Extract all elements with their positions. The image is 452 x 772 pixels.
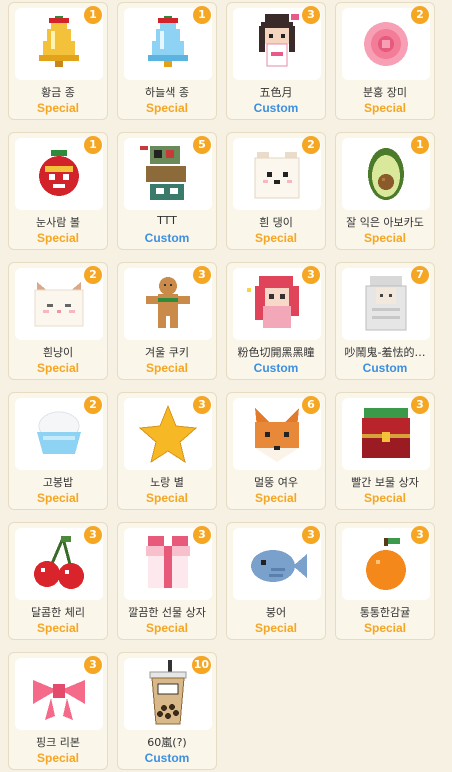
item-card[interactable]: 2 분홍 장미 Special xyxy=(335,2,435,120)
item-name: 달콤한 체리 xyxy=(30,606,86,619)
item-type-label: Custom xyxy=(253,101,299,115)
count-badge: 1 xyxy=(411,136,429,154)
item-type-label: Special xyxy=(145,621,189,635)
item-name: 하늘색 종 xyxy=(145,86,189,99)
item-name: 통통한감귤 xyxy=(359,606,411,619)
item-name: 붕어 xyxy=(265,606,287,619)
item-card[interactable]: 5 TTT Custom xyxy=(117,132,217,250)
item-name: 멀뚱 여우 xyxy=(254,476,298,489)
item-name: 粉色切開黑黑瞳 xyxy=(237,346,315,359)
item-type-label: Special xyxy=(36,491,80,505)
item-card[interactable]: 1 황금 종 Special xyxy=(8,2,108,120)
count-badge: 3 xyxy=(84,526,102,544)
item-card[interactable]: 2 흰냥이 Special xyxy=(8,262,108,380)
count-badge: 3 xyxy=(193,526,211,544)
count-badge: 10 xyxy=(191,656,211,674)
item-type-label: Custom xyxy=(144,751,190,765)
count-badge: 1 xyxy=(84,6,102,24)
count-badge: 7 xyxy=(411,266,429,284)
item-name: 吵鬧鬼-羞怯的… xyxy=(344,346,426,359)
item-name: 깔끔한 선물 상자 xyxy=(128,606,206,619)
item-card[interactable]: 3 달콤한 체리 Special xyxy=(8,522,108,640)
count-badge: 3 xyxy=(411,396,429,414)
item-type-label: Special xyxy=(363,101,407,115)
item-name: 분홍 장미 xyxy=(363,86,407,99)
count-badge: 6 xyxy=(302,396,320,414)
item-card[interactable]: 1 눈사람 볼 Special xyxy=(8,132,108,250)
item-card[interactable]: 3 붕어 Special xyxy=(226,522,326,640)
item-type-label: Special xyxy=(363,491,407,505)
item-type-label: Special xyxy=(36,231,80,245)
item-card[interactable]: 3 핑크 리본 Special xyxy=(8,652,108,770)
item-type-label: Special xyxy=(363,621,407,635)
item-card[interactable]: 1 하늘색 종 Special xyxy=(117,2,217,120)
count-badge: 1 xyxy=(84,136,102,154)
count-badge: 2 xyxy=(84,396,102,414)
item-type-label: Special xyxy=(363,231,407,245)
item-type-label: Special xyxy=(145,101,189,115)
item-card[interactable]: 3 粉色切開黑黑瞳 Custom xyxy=(226,262,326,380)
item-name: 눈사람 볼 xyxy=(36,216,80,229)
item-name: 황금 종 xyxy=(41,86,75,99)
item-card[interactable]: 3 통통한감귤 Special xyxy=(335,522,435,640)
item-type-label: Special xyxy=(145,491,189,505)
item-type-label: Custom xyxy=(144,231,190,245)
item-type-label: Special xyxy=(36,751,80,765)
item-type-label: Custom xyxy=(362,361,408,375)
count-badge: 3 xyxy=(302,266,320,284)
item-name: 노랑 별 xyxy=(150,476,184,489)
item-name: 잘 익은 아보카도 xyxy=(346,216,424,229)
count-badge: 2 xyxy=(302,136,320,154)
item-type-label: Special xyxy=(145,361,189,375)
item-card[interactable]: 3 노랑 별 Special xyxy=(117,392,217,510)
item-name: 핑크 리본 xyxy=(36,736,80,749)
item-type-label: Custom xyxy=(253,361,299,375)
item-grid: 1 황금 종 Special 1 하늘색 종 Special 3 五色月 Custom 2 분홍 장… xyxy=(0,0,452,772)
count-badge: 3 xyxy=(302,526,320,544)
item-card[interactable]: 7 吵鬧鬼-羞怯的… Custom xyxy=(335,262,435,380)
item-type-label: Special xyxy=(254,231,298,245)
count-badge: 3 xyxy=(302,6,320,24)
item-card[interactable]: 1 잘 익은 아보카도 Special xyxy=(335,132,435,250)
count-badge: 1 xyxy=(193,6,211,24)
count-badge: 2 xyxy=(84,266,102,284)
item-name: 흰냥이 xyxy=(42,346,74,359)
count-badge: 2 xyxy=(411,6,429,24)
count-badge: 3 xyxy=(84,656,102,674)
count-badge: 5 xyxy=(193,136,211,154)
item-name: 고봉밥 xyxy=(42,476,74,489)
item-type-label: Special xyxy=(36,621,80,635)
item-card[interactable]: 10 60嵐(?) Custom xyxy=(117,652,217,770)
item-card[interactable]: 3 五色月 Custom xyxy=(226,2,326,120)
item-type-label: Special xyxy=(254,491,298,505)
item-card[interactable]: 2 고봉밥 Special xyxy=(8,392,108,510)
item-card[interactable]: 2 흰 댕이 Special xyxy=(226,132,326,250)
count-badge: 3 xyxy=(411,526,429,544)
count-badge: 3 xyxy=(193,266,211,284)
item-card[interactable]: 3 겨울 쿠키 Special xyxy=(117,262,217,380)
item-name: 五色月 xyxy=(259,86,293,99)
item-name: 흰 댕이 xyxy=(259,216,293,229)
item-type-label: Special xyxy=(36,101,80,115)
item-name: 60嵐(?) xyxy=(147,736,187,749)
item-type-label: Special xyxy=(36,361,80,375)
item-name: TTT xyxy=(157,214,177,227)
item-card[interactable]: 6 멀뚱 여우 Special xyxy=(226,392,326,510)
item-card[interactable]: 3 빨간 보물 상자 Special xyxy=(335,392,435,510)
count-badge: 3 xyxy=(193,396,211,414)
item-type-label: Special xyxy=(254,621,298,635)
item-name: 겨울 쿠키 xyxy=(145,346,189,359)
item-name: 빨간 보물 상자 xyxy=(351,476,419,489)
item-card[interactable]: 3 깔끔한 선물 상자 Special xyxy=(117,522,217,640)
